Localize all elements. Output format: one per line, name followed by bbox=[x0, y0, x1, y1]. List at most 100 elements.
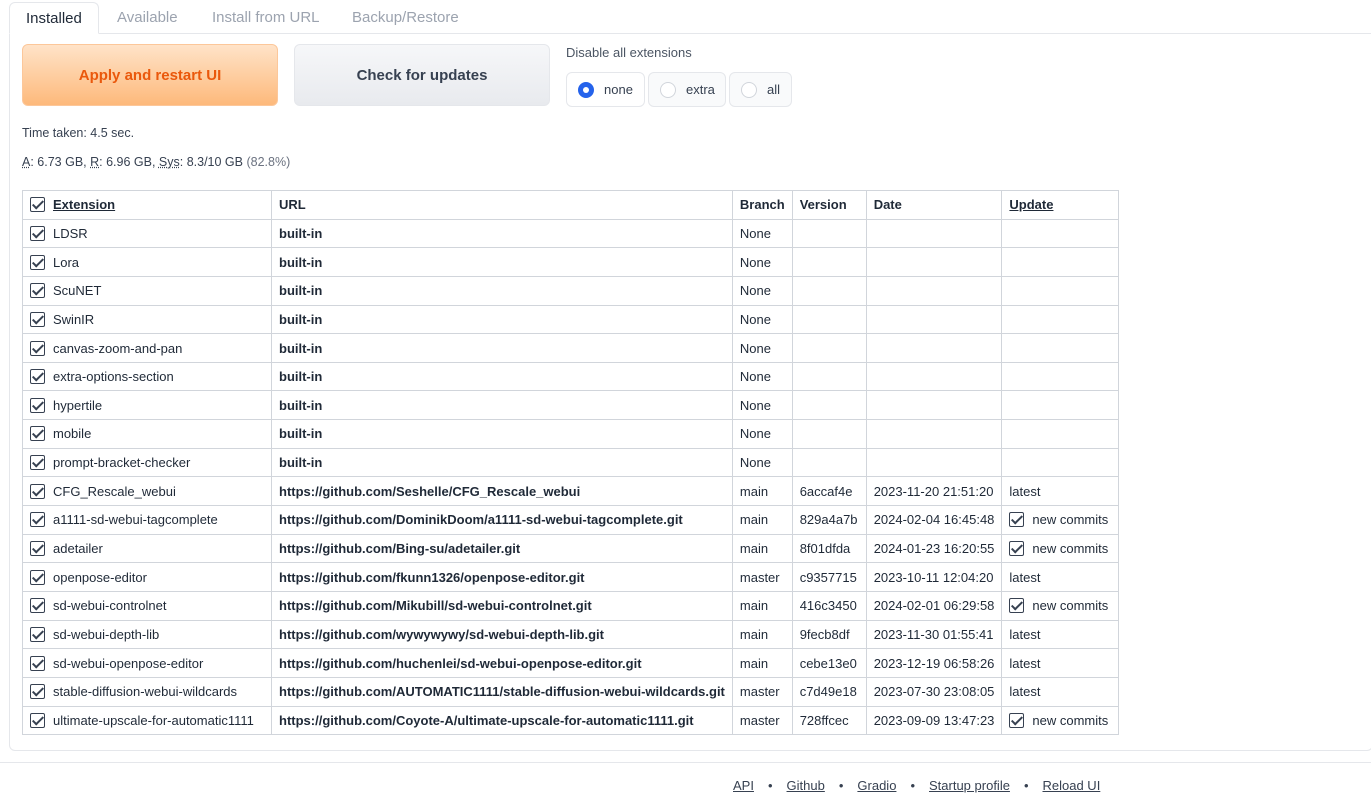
extension-cell: LDSR bbox=[22, 218, 272, 249]
footer bbox=[0, 762, 1371, 788]
memory-stats: A: 6.73 GB, R: 6.96 GB, Sys: 8.3/10 GB (… bbox=[22, 155, 290, 169]
time-taken: Time taken: 4.5 sec. bbox=[22, 126, 135, 140]
extension-version bbox=[791, 419, 867, 449]
update-checkbox[interactable] bbox=[1009, 598, 1025, 614]
extension-version: 6accaf4e bbox=[791, 476, 867, 507]
extension-version: 9fecb8df bbox=[791, 619, 867, 650]
footer-separator: • bbox=[910, 778, 915, 793]
extension-enabled-checkbox[interactable] bbox=[30, 455, 45, 471]
extension-version: 8f01dfda bbox=[791, 533, 867, 564]
extension-name: extra-options-section bbox=[53, 369, 174, 385]
update-status: latest bbox=[1009, 569, 1041, 585]
tab-install-from-url[interactable]: Install from URL bbox=[212, 2, 320, 34]
extension-enabled-checkbox[interactable] bbox=[30, 340, 45, 356]
extension-url: https://github.com/Seshelle/CFG_Rescale_… bbox=[271, 476, 733, 507]
radio-unselected-icon bbox=[741, 81, 757, 98]
extension-name: sd-webui-depth-lib bbox=[53, 626, 160, 642]
extension-name: stable-diffusion-webui-wildcards bbox=[53, 684, 238, 700]
extension-version bbox=[791, 247, 867, 277]
extension-branch: main bbox=[731, 476, 793, 507]
extension-cell: openpose-editor bbox=[22, 562, 272, 592]
tab-installed[interactable]: Installed bbox=[9, 2, 99, 34]
apply-and-restart-button[interactable]: Apply and restart UI bbox=[22, 44, 278, 106]
extension-name: mobile bbox=[53, 426, 92, 442]
extension-branch: main bbox=[731, 505, 793, 535]
table-row: ultimate-upscale-for-automatic1111 https:… bbox=[22, 705, 1120, 736]
extension-date: 2023-07-30 23:08:05 bbox=[865, 676, 1003, 707]
extension-url: built-in bbox=[271, 447, 733, 478]
extension-date: 2023-11-20 21:51:20 bbox=[865, 476, 1003, 507]
radio-none[interactable]: none bbox=[566, 72, 645, 107]
extension-enabled-checkbox[interactable] bbox=[30, 369, 45, 385]
extension-url: built-in bbox=[271, 333, 733, 363]
extension-date: 2024-02-04 16:45:48 bbox=[865, 505, 1003, 535]
extension-branch: None bbox=[731, 333, 793, 363]
table-row: SwinIR built-in None bbox=[22, 304, 1120, 335]
extension-name: Lora bbox=[53, 254, 80, 270]
extension-enabled-checkbox[interactable] bbox=[30, 483, 45, 499]
update-checkbox[interactable] bbox=[1009, 541, 1025, 556]
check-for-updates-button[interactable]: Check for updates bbox=[294, 44, 550, 106]
extension-update bbox=[1001, 447, 1120, 478]
extension-enabled-checkbox[interactable] bbox=[30, 426, 45, 442]
footer-link[interactable]: Gradio bbox=[857, 778, 896, 793]
extension-url: built-in bbox=[271, 361, 733, 392]
extension-enabled-checkbox[interactable] bbox=[30, 254, 45, 270]
extension-enabled-checkbox[interactable] bbox=[30, 541, 45, 556]
extension-enabled-checkbox[interactable] bbox=[30, 598, 45, 614]
select-all-checkbox[interactable] bbox=[30, 197, 45, 213]
update-checkbox[interactable] bbox=[1009, 712, 1025, 728]
footer-links: API • Github • Gradio • Startup profile • Reload… bbox=[733, 778, 1100, 793]
footer-link[interactable]: API bbox=[733, 778, 754, 793]
table-header-row: Extension URL Branch Version Date Update bbox=[22, 190, 1120, 220]
update-status: latest bbox=[1009, 483, 1041, 499]
extension-enabled-checkbox[interactable] bbox=[30, 655, 45, 671]
extension-enabled-checkbox[interactable] bbox=[30, 626, 45, 642]
extension-url: built-in bbox=[271, 247, 733, 277]
footer-link[interactable]: Github bbox=[787, 778, 825, 793]
update-status: new commits bbox=[1032, 541, 1109, 556]
extension-enabled-checkbox[interactable] bbox=[30, 569, 45, 585]
extension-date: 2023-11-30 01:55:41 bbox=[865, 619, 1003, 650]
table-row: ScuNET built-in None bbox=[22, 275, 1120, 306]
extension-url: built-in bbox=[271, 304, 733, 335]
extension-version: 728ffcec bbox=[791, 705, 867, 736]
extension-cell: sd-webui-depth-lib bbox=[22, 619, 272, 650]
extension-url: https://github.com/huchenlei/sd-webui-op… bbox=[271, 648, 733, 678]
tab-backup-restore[interactable]: Backup/Restore bbox=[352, 2, 459, 34]
table-row: adetailer https://github.com/Bing-su/adet… bbox=[22, 533, 1120, 564]
extension-branch: None bbox=[731, 247, 793, 277]
extension-update bbox=[1001, 333, 1120, 363]
update-status: latest bbox=[1009, 626, 1041, 642]
extension-enabled-checkbox[interactable] bbox=[30, 712, 45, 728]
extension-enabled-checkbox[interactable] bbox=[30, 684, 45, 700]
extension-cell: adetailer bbox=[22, 533, 272, 564]
extension-enabled-checkbox[interactable] bbox=[30, 397, 45, 413]
extension-update: new commits bbox=[1001, 590, 1120, 621]
footer-link[interactable]: Reload UI bbox=[1043, 778, 1101, 793]
footer-link[interactable]: Startup profile bbox=[929, 778, 1010, 793]
extension-cell: prompt-bracket-checker bbox=[22, 447, 272, 478]
extension-cell: ScuNET bbox=[22, 275, 272, 306]
radio-extra[interactable]: extra bbox=[648, 72, 726, 107]
table-row: a1111-sd-webui-tagcomplete https://github… bbox=[22, 505, 1120, 535]
radio-all-label: all bbox=[767, 82, 781, 97]
header-extension: Extension bbox=[22, 190, 272, 220]
extension-url: https://github.com/Mikubill/sd-webui-con… bbox=[271, 590, 733, 621]
table-row: canvas-zoom-and-pan built-in None bbox=[22, 333, 1120, 363]
radio-all[interactable]: all bbox=[729, 72, 792, 107]
extension-cell: Lora bbox=[22, 247, 272, 277]
extension-enabled-checkbox[interactable] bbox=[30, 225, 45, 241]
extension-update bbox=[1001, 361, 1120, 392]
extension-update: new commits bbox=[1001, 533, 1120, 564]
extensions-table: Extension URL Branch Version Date Update… bbox=[22, 190, 1120, 736]
extension-branch: None bbox=[731, 419, 793, 449]
extension-enabled-checkbox[interactable] bbox=[30, 512, 45, 528]
update-checkbox[interactable] bbox=[1009, 512, 1025, 528]
table-row: LDSR built-in None bbox=[22, 218, 1120, 249]
tab-available[interactable]: Available bbox=[117, 2, 178, 34]
extension-enabled-checkbox[interactable] bbox=[30, 311, 45, 327]
header-update[interactable]: Update bbox=[1001, 190, 1120, 220]
extension-cell: sd-webui-controlnet bbox=[22, 590, 272, 621]
extension-enabled-checkbox[interactable] bbox=[30, 283, 45, 299]
